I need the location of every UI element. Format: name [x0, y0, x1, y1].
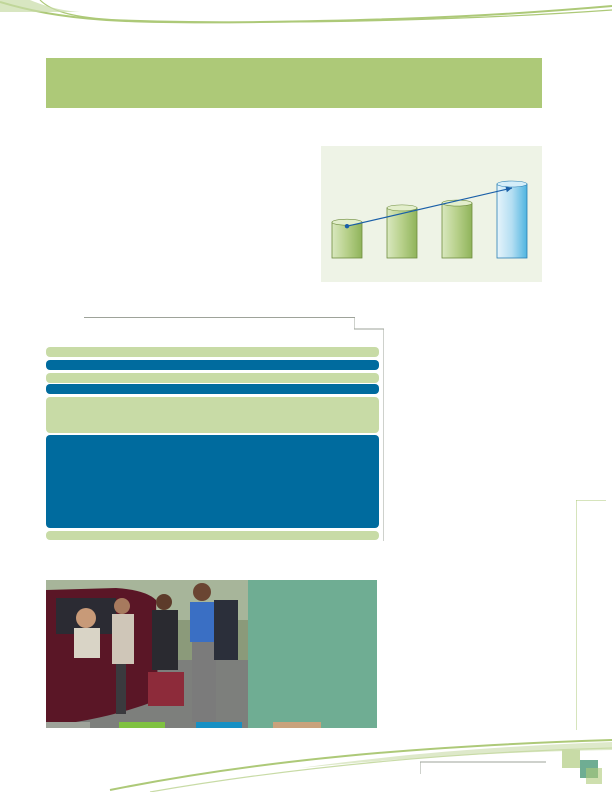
color-tab — [46, 722, 90, 728]
trend-start-point — [344, 223, 350, 229]
chart-bar — [496, 180, 528, 259]
trend-line — [346, 187, 513, 227]
photo-caption-panel — [248, 580, 377, 728]
color-tab — [196, 722, 242, 728]
corner-square-decoration — [586, 768, 602, 784]
table-row — [46, 397, 379, 433]
table-row — [46, 360, 379, 370]
footer-rule — [419, 760, 546, 774]
table-row — [46, 347, 379, 357]
corner-square-decoration — [562, 750, 580, 768]
top-wave-decoration — [0, 0, 612, 24]
table-row — [46, 373, 379, 383]
table-row — [46, 384, 379, 394]
business-people-car-photo — [46, 580, 248, 728]
title-banner — [46, 58, 542, 108]
color-tab — [119, 722, 165, 728]
sidebar-rule — [576, 500, 606, 730]
table-row — [46, 531, 379, 540]
color-tab — [273, 722, 321, 728]
table-tab-rule — [84, 317, 355, 318]
bar-chart — [331, 180, 528, 259]
chart-bar — [441, 199, 473, 259]
table-row — [46, 435, 379, 528]
chart-bar — [386, 204, 418, 259]
chart-panel — [321, 146, 542, 282]
